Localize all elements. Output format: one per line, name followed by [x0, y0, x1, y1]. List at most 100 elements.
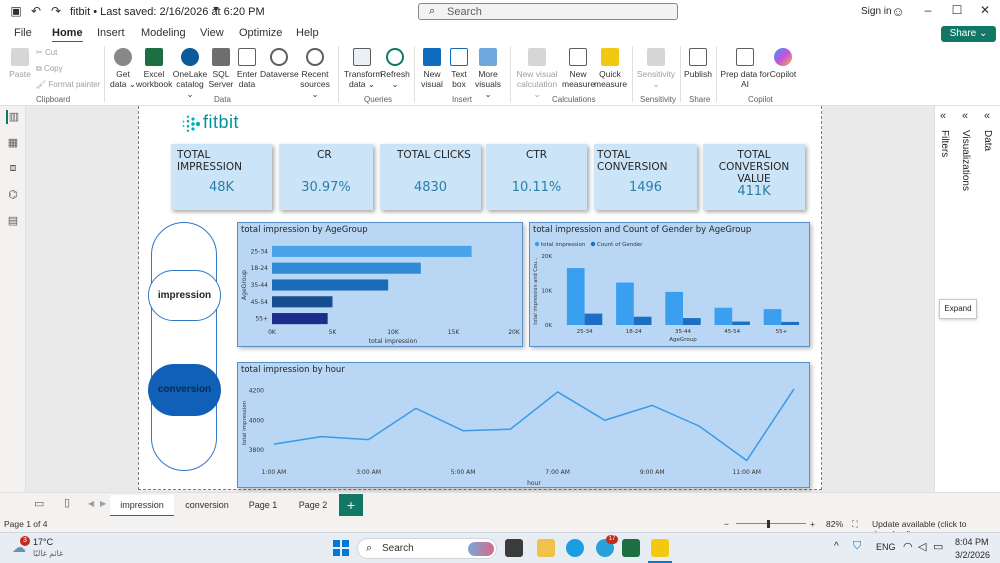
- cut-button[interactable]: ✂ Cut: [36, 48, 57, 57]
- get-data-button[interactable]: Get data ⌄: [108, 48, 138, 89]
- search-input[interactable]: ⌕ Search: [418, 3, 678, 20]
- new-measure-button[interactable]: New measure: [562, 48, 595, 89]
- chevron-down-icon[interactable]: ▼: [208, 4, 224, 20]
- enter-data-label-2: data: [238, 79, 256, 89]
- sql-server-button[interactable]: SQL Server: [208, 48, 234, 89]
- powerbi-taskbar-icon[interactable]: [651, 539, 669, 557]
- document-title[interactable]: fitbit • Last saved: 2/16/2026 at 6:20 P…: [70, 6, 265, 18]
- zoom-slider-thumb[interactable]: [767, 520, 770, 528]
- account-icon[interactable]: ☺: [890, 4, 906, 20]
- zoom-in-icon[interactable]: +: [810, 519, 815, 529]
- kpi-card-ctr[interactable]: CTR 10.11%: [486, 144, 587, 210]
- x-tick-label: 55+: [776, 329, 788, 335]
- zoom-level[interactable]: 82%: [826, 519, 843, 529]
- tab-conversion[interactable]: conversion: [176, 495, 238, 517]
- more-visuals-button[interactable]: More visuals ⌄: [472, 48, 504, 99]
- publish-button[interactable]: Publish: [684, 48, 712, 79]
- minimize-icon[interactable]: –: [918, 3, 938, 19]
- collapse-filters-icon[interactable]: «: [940, 110, 946, 122]
- close-icon[interactable]: ✕: [975, 3, 995, 19]
- language-indicator[interactable]: ENG: [876, 542, 896, 552]
- text-box-button[interactable]: Text box: [446, 48, 472, 89]
- menu-modeling[interactable]: Modeling: [141, 27, 186, 39]
- kpi-card-total-clicks[interactable]: TOTAL CLICKS 4830: [380, 144, 481, 210]
- scroll-left-icon[interactable]: ◀: [88, 499, 94, 508]
- tab-page-1[interactable]: Page 1: [240, 495, 286, 517]
- dataverse-icon: [270, 48, 288, 66]
- desktop-layout-icon[interactable]: ▭: [34, 497, 44, 510]
- kpi-card-total-conversion[interactable]: TOTAL CONVERSION 1496: [594, 144, 697, 210]
- enter-data-button[interactable]: Enter data: [234, 48, 260, 89]
- windows-start-icon[interactable]: [333, 540, 349, 556]
- zoom-out-icon[interactable]: −: [724, 519, 729, 529]
- edge-icon[interactable]: [566, 539, 584, 557]
- impression-by-agegroup-chart[interactable]: total impression by AgeGroup 0K 5K 10K 15K 2…: [237, 222, 523, 347]
- menu-help[interactable]: Help: [296, 27, 319, 39]
- tmdl-view-icon[interactable]: ▤: [6, 214, 20, 228]
- paste-button[interactable]: Paste: [6, 48, 34, 79]
- dax-query-view-icon[interactable]: ⌬: [6, 188, 20, 202]
- copilot-button[interactable]: Copilot: [766, 48, 800, 79]
- sign-in-link[interactable]: Sign in: [861, 6, 892, 17]
- copy-button[interactable]: ⧉ Copy: [36, 64, 63, 74]
- collapse-visualizations-icon[interactable]: «: [962, 110, 968, 122]
- file-explorer-icon[interactable]: [537, 539, 555, 557]
- visualizations-pane-tab[interactable]: Visualizations: [960, 130, 971, 191]
- weather-desc: غائم غالبًا: [33, 549, 64, 558]
- model-view-icon[interactable]: ⧈: [6, 162, 20, 176]
- kpi-card-total-impression[interactable]: TOTAL IMPRESSION 48K: [171, 144, 272, 210]
- wifi-icon[interactable]: ◠: [903, 540, 913, 553]
- menu-insert[interactable]: Insert: [97, 27, 125, 39]
- save-icon[interactable]: ▣: [8, 4, 24, 20]
- fit-to-page-icon[interactable]: ⛶: [852, 519, 858, 530]
- prep-data-ai-button[interactable]: Prep data for AI: [720, 48, 770, 89]
- menu-optimize[interactable]: Optimize: [239, 27, 282, 39]
- battery-icon[interactable]: ▭: [933, 540, 943, 553]
- impression-nav-button[interactable]: impression: [148, 270, 221, 321]
- recent-sources-button[interactable]: Recent sources ⌄: [298, 48, 332, 99]
- excel-workbook-button[interactable]: Excel workbook: [136, 48, 172, 89]
- filters-pane-tab[interactable]: Filters: [939, 130, 950, 157]
- onelake-catalog-button[interactable]: OneLake catalog ⌄: [172, 48, 208, 99]
- menu-view[interactable]: View: [200, 27, 224, 39]
- mobile-layout-icon[interactable]: ▯: [64, 496, 70, 509]
- report-view-icon[interactable]: ▥: [6, 110, 20, 124]
- maximize-icon[interactable]: ☐: [947, 3, 967, 19]
- zoom-slider[interactable]: [736, 523, 806, 524]
- collapse-data-icon[interactable]: «: [984, 110, 990, 122]
- clock-time[interactable]: 8:04 PM: [955, 537, 989, 547]
- data-pane-tab[interactable]: Data: [982, 130, 993, 151]
- volume-icon[interactable]: ◁: [918, 540, 926, 553]
- tab-impression[interactable]: impression: [110, 495, 174, 517]
- quick-measure-button[interactable]: Quick measure: [594, 48, 627, 89]
- refresh-button[interactable]: Refresh ⌄: [380, 48, 410, 89]
- menu-home[interactable]: Home: [52, 27, 83, 43]
- transform-data-button[interactable]: Transform data ⌄: [344, 48, 382, 89]
- sensitivity-button[interactable]: Sensitivity ⌄: [636, 48, 676, 89]
- table-view-icon[interactable]: ▦: [6, 136, 20, 150]
- format-painter-button[interactable]: 🖌 Format painter: [36, 80, 100, 89]
- task-view-icon[interactable]: [505, 539, 523, 557]
- undo-icon[interactable]: ↶: [28, 4, 44, 20]
- redo-icon[interactable]: ↷: [48, 4, 64, 20]
- taskbar-search[interactable]: ⌕ Search: [357, 538, 497, 559]
- add-page-button[interactable]: +: [339, 494, 363, 516]
- scroll-right-icon[interactable]: ▶: [100, 499, 106, 508]
- menu-file[interactable]: File: [14, 27, 32, 39]
- excel-icon: [145, 48, 163, 66]
- chevron-up-icon[interactable]: ^: [834, 541, 839, 552]
- excel-taskbar-icon[interactable]: [622, 539, 640, 557]
- dataverse-button[interactable]: Dataverse: [260, 48, 299, 79]
- defender-icon[interactable]: ⛉: [853, 540, 861, 553]
- impression-gender-by-agegroup-chart[interactable]: total impression and Count of Gender by …: [529, 222, 810, 347]
- kpi-card-cr[interactable]: CR 30.97%: [279, 144, 373, 210]
- new-visual-button[interactable]: New visual: [418, 48, 446, 89]
- share-button[interactable]: Share ⌄: [941, 26, 996, 42]
- impression-by-hour-chart[interactable]: total impression by hour 3800 4000 4200 1:0…: [237, 362, 810, 488]
- clock-date[interactable]: 3/2/2026: [955, 550, 990, 560]
- tab-page-2[interactable]: Page 2: [290, 495, 336, 517]
- kpi-card-total-conversion-value[interactable]: TOTAL CONVERSION VALUE 411K: [703, 144, 805, 210]
- conversion-nav-button[interactable]: conversion: [148, 364, 221, 416]
- new-visual-calculation-button[interactable]: New visual calculation ⌄: [514, 48, 560, 99]
- recent-label-1: Recent: [301, 69, 329, 79]
